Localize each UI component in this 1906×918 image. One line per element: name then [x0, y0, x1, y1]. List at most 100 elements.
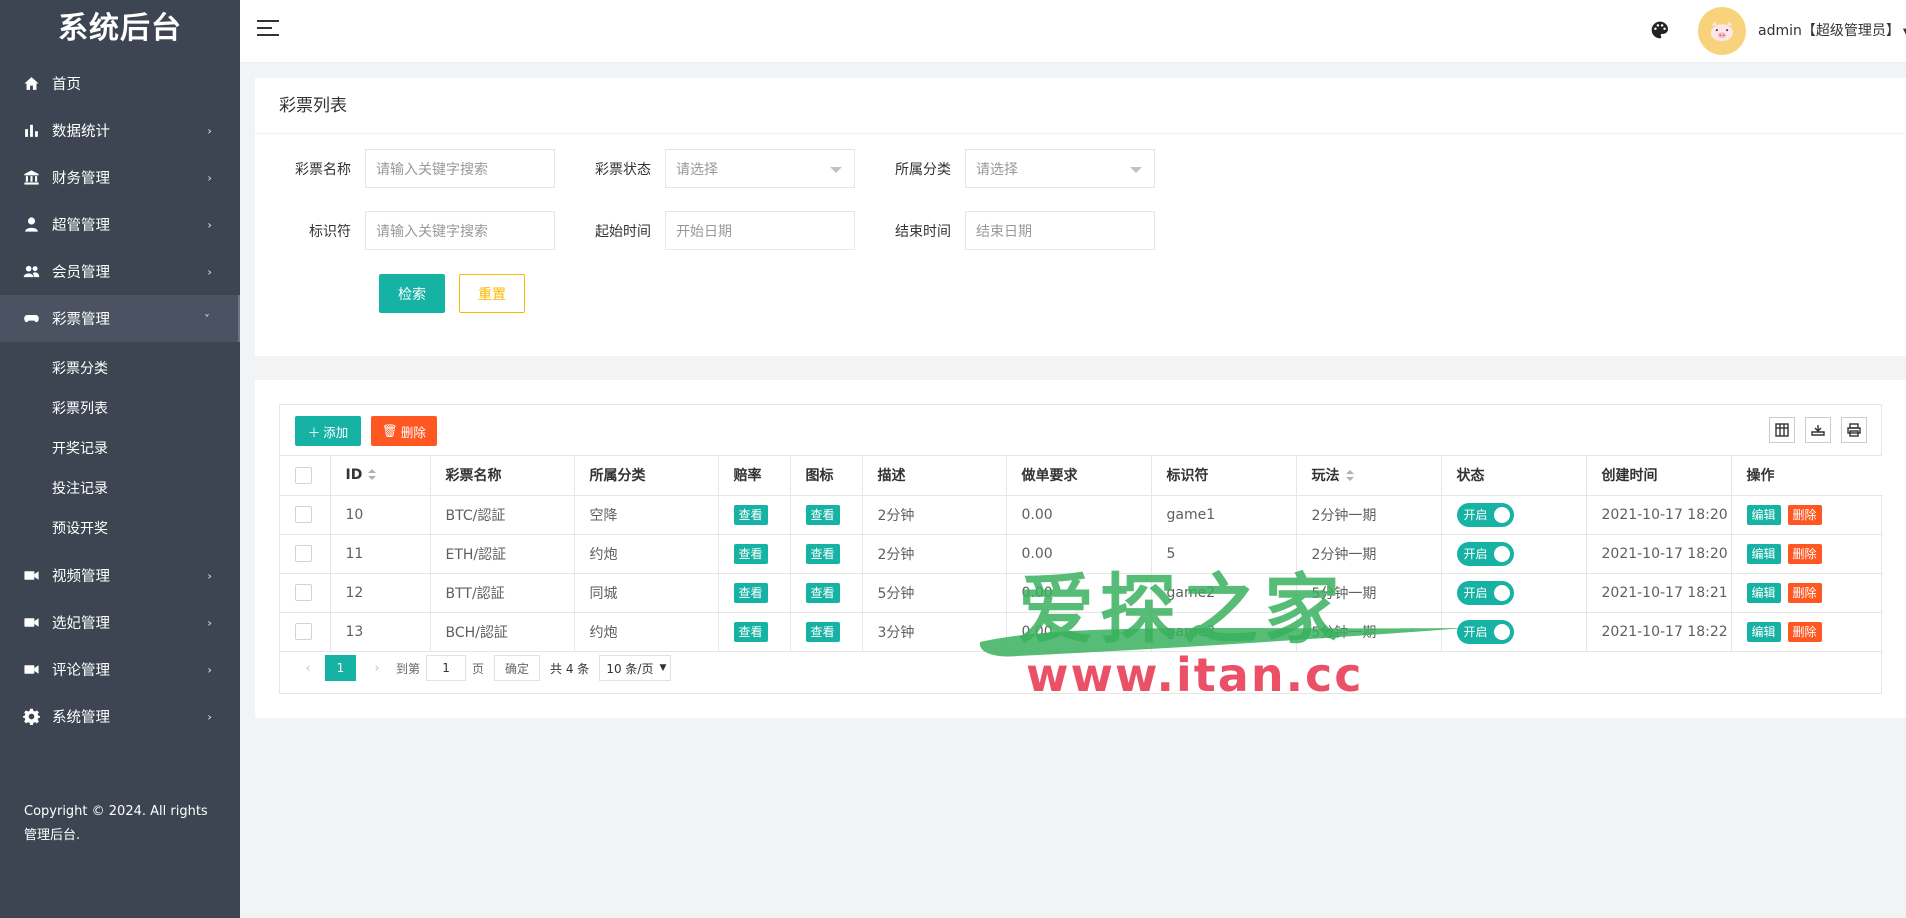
cell-requirement: 0.00 [1006, 612, 1152, 652]
add-button-label: 添加 [323, 424, 349, 440]
table-row: 11 ETH/認証 约炮 查看 查看 2分钟 0.00 5 2分钟一期 开启 2021-10-17 … [280, 534, 1883, 574]
key-input[interactable]: 请输入关键字搜索 [365, 211, 555, 250]
select-all-cell [280, 456, 331, 496]
col-id-label: ID [345, 467, 363, 484]
sidebar-item-1[interactable]: 数据统计 › [0, 107, 240, 154]
select-all-checkbox[interactable] [295, 466, 312, 484]
bank-icon [22, 169, 40, 187]
view-odds-button[interactable]: 查看 [733, 504, 768, 525]
chevron-right-icon: › [207, 710, 212, 723]
field-lottery-status: 彩票状态 请选择 [555, 149, 855, 188]
col-desc: 描述 [862, 456, 1007, 496]
submenu-item[interactable]: 预设开奖 [0, 508, 240, 548]
sidebar-item-label: 系统管理 [52, 710, 110, 726]
lottery-status-select[interactable]: 请选择 [665, 149, 855, 188]
export-icon[interactable] [1805, 417, 1831, 443]
row-checkbox[interactable] [295, 584, 312, 601]
lottery-table: ID 彩票名称 所属分类 赔率 图标 描述 做单要求 标识符 玩法 状态 创建时… [280, 456, 1883, 652]
view-odds-button[interactable]: 查看 [733, 543, 768, 564]
page-current[interactable]: 1 [325, 655, 356, 681]
avatar[interactable] [1698, 7, 1746, 55]
col-play-label: 玩法 [1311, 468, 1340, 485]
sidebar-item-5[interactable]: 彩票管理 ˅ [0, 295, 240, 342]
palette-icon[interactable] [1650, 20, 1670, 40]
page-jump-input[interactable]: 1 [426, 655, 467, 681]
view-icon-button[interactable]: 查看 [805, 582, 840, 603]
sort-icon[interactable] [1345, 470, 1354, 482]
view-icon-button[interactable]: 查看 [805, 543, 840, 564]
start-date-input[interactable]: 开始日期 [665, 211, 855, 250]
row-delete-button[interactable]: 删除 [1787, 504, 1822, 525]
prev-page-icon[interactable]: ‹ [295, 655, 321, 681]
status-toggle[interactable]: 开启 [1456, 502, 1514, 527]
row-delete-button[interactable]: 删除 [1787, 582, 1822, 603]
cell-actions: 编辑 删除 [1731, 612, 1883, 652]
submenu-item[interactable]: 彩票列表 [0, 388, 240, 428]
menu-toggle-icon[interactable] [257, 20, 279, 38]
cell-name: BTC/認証 [430, 495, 575, 535]
delete-button[interactable]: 🗑 删除 [371, 416, 437, 446]
goto-label: 到第 [396, 661, 421, 676]
edit-button[interactable]: 编辑 [1746, 543, 1781, 564]
search-button[interactable]: 检索 [379, 274, 445, 313]
sidebar-item-8[interactable]: 评论管理 › [0, 646, 240, 693]
row-select-cell [280, 495, 331, 535]
print-icon[interactable] [1841, 417, 1867, 443]
columns-filter-icon[interactable] [1769, 417, 1795, 443]
col-id[interactable]: ID [330, 456, 431, 496]
lottery-name-input[interactable]: 请输入关键字搜索 [365, 149, 555, 188]
sidebar-item-0[interactable]: 首页 [0, 60, 240, 107]
chevron-down-icon: ▼ [659, 663, 667, 673]
category-select[interactable]: 请选择 [965, 149, 1155, 188]
row-delete-button[interactable]: 删除 [1787, 621, 1822, 642]
add-button[interactable]: ＋添加 [295, 416, 361, 446]
sidebar-item-9[interactable]: 系统管理 › [0, 693, 240, 740]
total-count: 共 4 条 [550, 661, 590, 676]
view-icon-button[interactable]: 查看 [805, 621, 840, 642]
status-toggle[interactable]: 开启 [1456, 619, 1514, 644]
sort-icon[interactable] [368, 469, 377, 481]
end-date-input[interactable]: 结束日期 [965, 211, 1155, 250]
row-checkbox[interactable] [295, 545, 312, 562]
field-label: 起始时间 [595, 223, 651, 240]
view-icon-button[interactable]: 查看 [805, 504, 840, 525]
view-odds-button[interactable]: 查看 [733, 621, 768, 642]
sidebar-nav: 首页 数据统计 › 财务管理 › 超管管理 › 会员管理 › 彩票管理 ˅ 彩票分类 彩票列表 开奖记录投… [0, 60, 240, 740]
sidebar-item-3[interactable]: 超管管理 › [0, 201, 240, 248]
gamepad-icon [22, 310, 40, 328]
row-checkbox[interactable] [295, 623, 312, 640]
col-play[interactable]: 玩法 [1296, 456, 1442, 496]
reset-button[interactable]: 重置 [459, 274, 525, 313]
status-toggle[interactable]: 开启 [1456, 580, 1514, 605]
sidebar-item-4[interactable]: 会员管理 › [0, 248, 240, 295]
cell-id: 10 [330, 495, 431, 535]
cell-icon: 查看 [790, 573, 863, 613]
cell-name: BCH/認証 [430, 612, 575, 652]
edit-button[interactable]: 编辑 [1746, 582, 1781, 603]
cell-odds: 查看 [718, 495, 791, 535]
status-toggle-label: 开启 [1463, 625, 1488, 639]
user-menu[interactable]: admin【超级管理员】▼ [1758, 20, 1906, 40]
edit-button[interactable]: 编辑 [1746, 504, 1781, 525]
status-toggle[interactable]: 开启 [1456, 541, 1514, 566]
submenu-item[interactable]: 投注记录 [0, 468, 240, 508]
chevron-right-icon: › [207, 616, 212, 629]
field-label: 标识符 [309, 223, 351, 240]
cell-id: 12 [330, 573, 431, 613]
row-checkbox[interactable] [295, 506, 312, 523]
submenu-item[interactable]: 彩票分类 [0, 348, 240, 388]
page-confirm-button[interactable]: 确定 [494, 655, 541, 681]
sidebar-item-6[interactable]: 视频管理 › [0, 552, 240, 599]
chevron-down-icon: ˅ [204, 312, 210, 325]
page-size-select[interactable]: 10 条/页 ▼ [599, 655, 672, 681]
cell-created: 2021-10-17 18:21 [1586, 573, 1732, 613]
edit-button[interactable]: 编辑 [1746, 621, 1781, 642]
field-label: 彩票名称 [295, 161, 351, 178]
row-delete-button[interactable]: 删除 [1787, 543, 1822, 564]
cell-requirement: 0.00 [1006, 495, 1152, 535]
view-odds-button[interactable]: 查看 [733, 582, 768, 603]
sidebar-item-2[interactable]: 财务管理 › [0, 154, 240, 201]
sidebar-item-7[interactable]: 选妃管理 › [0, 599, 240, 646]
next-page-icon[interactable]: › [364, 655, 390, 681]
submenu-item[interactable]: 开奖记录 [0, 428, 240, 468]
